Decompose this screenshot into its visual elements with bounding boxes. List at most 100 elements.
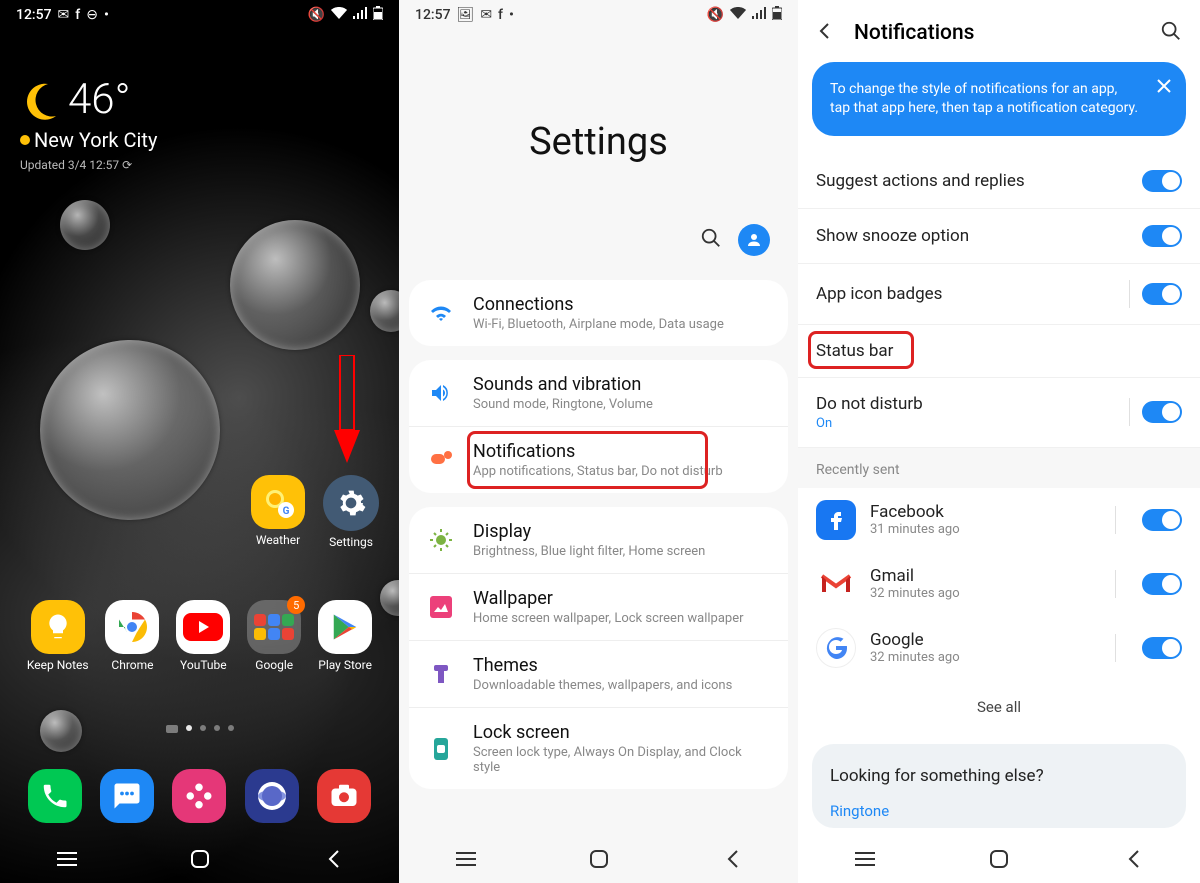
notifications-header: Notifications [798,0,1200,62]
battery-icon [373,6,383,24]
nav-home[interactable] [587,847,611,871]
gear-icon [335,487,367,519]
sound-icon [429,381,453,405]
page-indicator[interactable] [0,725,399,733]
themes-icon [430,663,452,685]
image-icon: 🖼 [457,7,475,23]
toggle[interactable] [1142,225,1182,247]
settings-item-connections[interactable]: ConnectionsWi-Fi, Bluetooth, Airplane mo… [409,280,788,346]
wifi-icon [429,301,453,325]
dock-messages[interactable] [100,769,154,823]
app-row-gmail[interactable]: Gmail32 minutes ago [798,552,1200,616]
search-icon [1160,20,1182,42]
nav-recents[interactable] [853,847,877,871]
gmail-icon: ✉ [58,7,70,23]
search-icon [700,227,722,249]
app-keep-notes[interactable]: Keep Notes [27,600,89,672]
app-badge: 5 [287,596,305,614]
close-icon [1156,78,1172,94]
dock-internet[interactable] [245,769,299,823]
app-play-store[interactable]: Play Store [318,600,372,672]
app-row-google[interactable]: Google32 minutes ago [798,616,1200,680]
google-icon [823,635,849,661]
app-youtube[interactable]: YouTube [176,600,230,672]
chevron-left-icon [816,22,834,40]
settings-item-display[interactable]: DisplayBrightness, Blue light filter, Ho… [409,507,788,574]
weather-widget[interactable]: 46° New York City Updated 3/4 12:57 ⟳ [20,75,157,172]
dock-phone[interactable] [28,769,82,823]
signal-icon [353,7,367,23]
settings-item-notifications[interactable]: NotificationsApp notifications, Status b… [409,427,788,493]
wallpaper-icon [430,596,452,618]
nav-home[interactable] [188,847,212,871]
toggle[interactable] [1142,637,1182,659]
settings-item-sounds[interactable]: Sounds and vibrationSound mode, Ringtone… [409,360,788,427]
gmail-icon [820,572,852,596]
app-settings[interactable]: Settings [323,475,379,549]
settings-item-lock-screen[interactable]: Lock screenScreen lock type, Always On D… [409,708,788,789]
row-status-bar[interactable]: Status bar [798,325,1200,378]
account-button[interactable] [738,224,770,256]
row-snooze[interactable]: Show snooze option [798,209,1200,264]
nav-home[interactable] [987,847,1011,871]
search-button[interactable] [1160,20,1182,46]
nav-back[interactable] [1121,847,1145,871]
weather-updated: Updated 3/4 12:57 ⟳ [20,158,157,172]
row-suggest-actions[interactable]: Suggest actions and replies [798,154,1200,209]
nav-bar [399,835,798,883]
toggle[interactable] [1142,283,1182,305]
toggle[interactable] [1142,573,1182,595]
search-button[interactable] [700,227,722,253]
toggle[interactable] [1142,509,1182,531]
app-label: YouTube [180,658,227,672]
looking-link-ringtone[interactable]: Ringtone [830,802,1168,820]
weather-city: New York City [34,128,157,152]
settings-title: Settings [399,0,798,224]
nav-recents[interactable] [454,847,478,871]
app-chrome[interactable]: Chrome [105,600,159,672]
page-title: Notifications [854,21,1140,45]
nav-recents[interactable] [55,847,79,871]
facebook-icon: f [75,7,80,23]
nav-bar [798,835,1200,883]
facebook-icon [824,508,848,532]
row-app-icon-badges[interactable]: App icon badges [798,264,1200,325]
close-tip-button[interactable] [1156,78,1172,100]
dock-gallery[interactable] [172,769,226,823]
see-all-button[interactable]: See all [798,680,1200,734]
nav-back[interactable] [720,847,744,871]
row-do-not-disturb[interactable]: Do not disturb On [798,378,1200,448]
svg-text:G: G [283,506,290,517]
dock [0,769,399,823]
dock-camera[interactable] [317,769,371,823]
display-icon [429,528,453,552]
back-button[interactable] [816,22,834,44]
app-weather[interactable]: G Weather [251,475,305,549]
settings-item-themes[interactable]: ThemesDownloadable themes, wallpapers, a… [409,641,788,708]
home-screen: 12:57 ✉ f ⊖ • 🔇 46° New York City Update… [0,0,399,883]
toggle[interactable] [1142,401,1182,423]
dot-icon: • [104,7,109,23]
facebook-icon: f [498,7,503,23]
toggle[interactable] [1142,170,1182,192]
section-recently-sent: Recently sent [798,448,1200,488]
status-bar: 12:57 🖼 ✉ f • 🔇 [399,0,798,30]
nav-back[interactable] [321,847,345,871]
weather-temp: 46° [68,75,130,124]
settings-screen: 12:57 🖼 ✉ f • 🔇 Settings ConnectionsWi-F… [399,0,798,883]
app-google-folder[interactable]: 5 Google [247,600,301,672]
mute-icon: 🔇 [707,7,724,23]
settings-list: ConnectionsWi-Fi, Bluetooth, Airplane mo… [399,280,798,789]
app-row-facebook[interactable]: Facebook31 minutes ago [798,488,1200,552]
app-label: Weather [256,533,300,547]
location-dot-icon [20,135,30,145]
wifi-icon [730,7,746,23]
app-label: Settings [329,535,373,549]
settings-item-wallpaper[interactable]: WallpaperHome screen wallpaper, Lock scr… [409,574,788,641]
app-label: Keep Notes [27,658,89,672]
lock-icon [432,737,450,761]
moon-icon [20,80,60,120]
annotation-arrow [332,355,362,465]
notifications-screen: Notifications To change the style of not… [798,0,1200,883]
gmail-icon: ✉ [480,7,492,23]
